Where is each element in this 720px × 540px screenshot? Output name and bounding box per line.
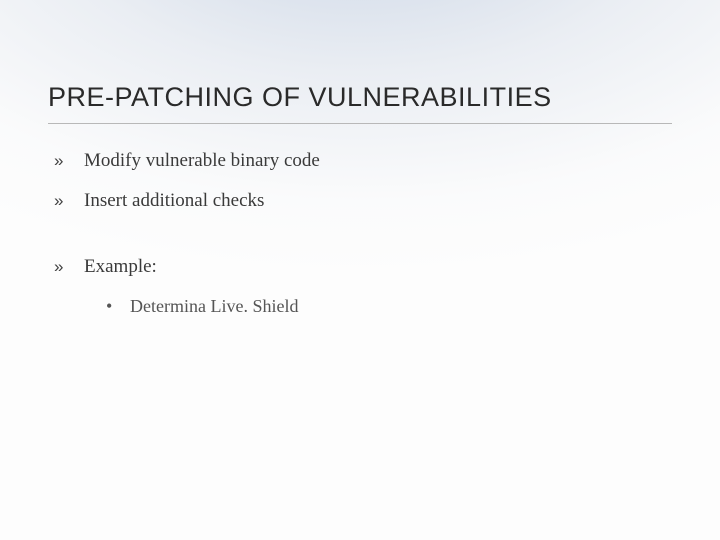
- bullet-marker: »: [54, 191, 68, 211]
- bullet-text: Example:: [84, 256, 157, 278]
- bullet-marker: »: [54, 257, 68, 277]
- slide-title: PRE-PATCHING OF VULNERABILITIES: [48, 82, 672, 124]
- bullet-list: » Modify vulnerable binary code » Insert…: [48, 150, 672, 278]
- bullet-item: » Example:: [54, 256, 672, 278]
- bullet-item: » Insert additional checks: [54, 190, 672, 212]
- sub-bullet-list: • Determina Live. Shield: [48, 296, 672, 317]
- bullet-text: Insert additional checks: [84, 190, 264, 212]
- sub-bullet-item: • Determina Live. Shield: [106, 296, 672, 317]
- bullet-marker: »: [54, 151, 68, 171]
- slide: PRE-PATCHING OF VULNERABILITIES » Modify…: [0, 0, 720, 357]
- bullet-text: Modify vulnerable binary code: [84, 150, 320, 172]
- bullet-item: » Modify vulnerable binary code: [54, 150, 672, 172]
- sub-bullet-marker: •: [106, 296, 116, 317]
- sub-bullet-text: Determina Live. Shield: [130, 296, 298, 317]
